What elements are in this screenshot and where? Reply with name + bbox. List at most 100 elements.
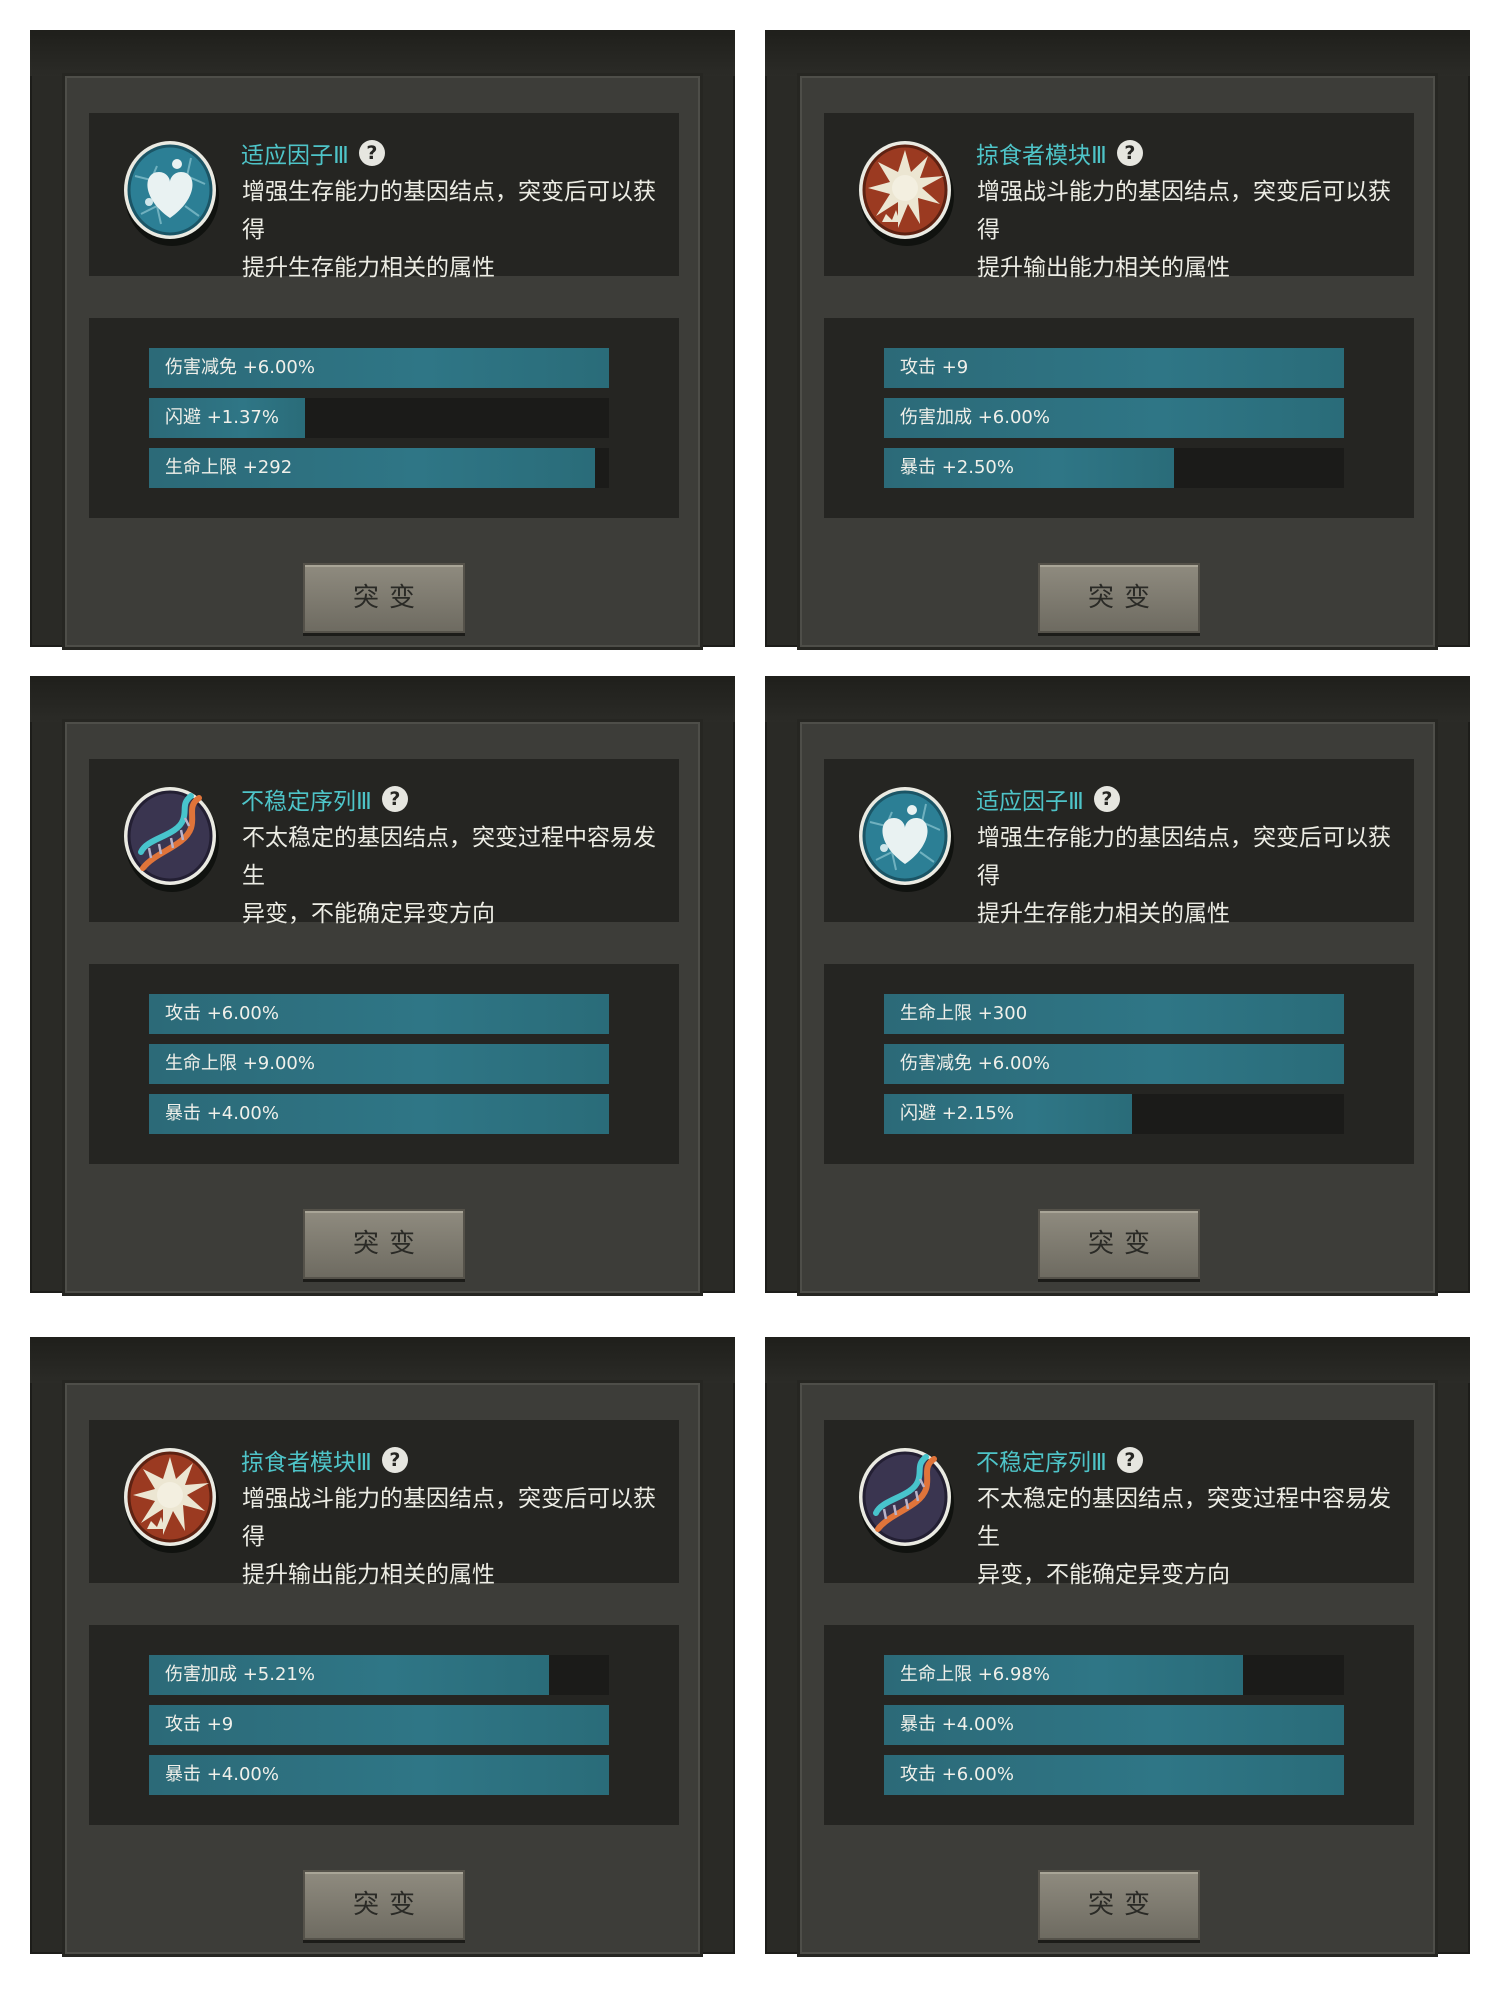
gene-node-title: 掠食者模块Ⅲ xyxy=(241,1450,372,1476)
description-line: 异变，不能确定异变方向 xyxy=(977,1562,1230,1588)
description-line: 不太稳定的基因结点，突变过程中容易发生 xyxy=(242,825,656,889)
attribute-label: 伤害加成 +6.00% xyxy=(900,407,1050,428)
gene-node-title: 不稳定序列Ⅲ xyxy=(976,1450,1107,1476)
gene-node-header: 不稳定序列Ⅲ ? 不太稳定的基因结点，突变过程中容易发生 异变，不能确定异变方向 xyxy=(89,759,679,927)
help-icon[interactable]: ? xyxy=(1116,140,1143,166)
panel-inner: 掠食者模块Ⅲ ? 增强战斗能力的基因结点，突变后可以获得 提升输出能力相关的属性… xyxy=(800,76,1435,647)
mutation-panel: 掠食者模块Ⅲ ? 增强战斗能力的基因结点，突变后可以获得 提升输出能力相关的属性… xyxy=(30,1337,735,1954)
description-line: 不太稳定的基因结点，突变过程中容易发生 xyxy=(977,1486,1391,1550)
gene-node-description: 增强战斗能力的基因结点，突变后可以获得 提升输出能力相关的属性 xyxy=(977,173,1407,287)
mutate-button[interactable]: 突变 xyxy=(1038,563,1200,633)
attribute-bar: 暴击 +4.00% xyxy=(149,1094,609,1134)
description-line: 增强战斗能力的基因结点，突变后可以获得 xyxy=(242,1486,656,1550)
attribute-bar: 伤害减免 +6.00% xyxy=(884,1044,1344,1084)
heart-cell-icon xyxy=(856,782,958,896)
gene-node-header: 掠食者模块Ⅲ ? 增强战斗能力的基因结点，突变后可以获得 提升输出能力相关的属性 xyxy=(89,1420,679,1588)
help-icon[interactable]: ? xyxy=(381,1447,408,1473)
help-icon[interactable]: ? xyxy=(1116,1447,1143,1473)
description-line: 提升生存能力相关的属性 xyxy=(242,255,495,281)
attribute-label: 生命上限 +300 xyxy=(900,1003,1028,1024)
mutation-panel: 掠食者模块Ⅲ ? 增强战斗能力的基因结点，突变后可以获得 提升输出能力相关的属性… xyxy=(765,30,1470,647)
attribute-bar: 生命上限 +9.00% xyxy=(149,1044,609,1084)
gene-node-title: 适应因子Ⅲ xyxy=(241,143,349,169)
attribute-bar: 闪避 +2.15% xyxy=(884,1094,1344,1134)
attribute-bar: 攻击 +6.00% xyxy=(149,994,609,1034)
panel-inner: 不稳定序列Ⅲ ? 不太稳定的基因结点，突变过程中容易发生 异变，不能确定异变方向… xyxy=(65,722,700,1293)
help-icon[interactable]: ? xyxy=(1093,786,1120,812)
gene-node-description: 不太稳定的基因结点，突变过程中容易发生 异变，不能确定异变方向 xyxy=(242,819,672,933)
attribute-bar: 伤害减免 +6.00% xyxy=(149,348,609,388)
gene-node-header: 不稳定序列Ⅲ ? 不太稳定的基因结点，突变过程中容易发生 异变，不能确定异变方向 xyxy=(824,1420,1414,1588)
mutation-panel: 适应因子Ⅲ ? 增强生存能力的基因结点，突变后可以获得 提升生存能力相关的属性 … xyxy=(765,676,1470,1293)
description-line: 提升输出能力相关的属性 xyxy=(977,255,1230,281)
mutate-button[interactable]: 突变 xyxy=(1038,1870,1200,1940)
gene-node-description: 不太稳定的基因结点，突变过程中容易发生 异变，不能确定异变方向 xyxy=(977,1480,1407,1594)
description-line: 提升输出能力相关的属性 xyxy=(242,1562,495,1588)
panel-inner: 掠食者模块Ⅲ ? 增强战斗能力的基因结点，突变后可以获得 提升输出能力相关的属性… xyxy=(65,1383,700,1954)
help-icon[interactable]: ? xyxy=(381,786,408,812)
mutate-button[interactable]: 突变 xyxy=(1038,1209,1200,1279)
mutation-panel: 适应因子Ⅲ ? 增强生存能力的基因结点，突变后可以获得 提升生存能力相关的属性 … xyxy=(30,30,735,647)
mutate-button[interactable]: 突变 xyxy=(303,1209,465,1279)
mutation-panel: 不稳定序列Ⅲ ? 不太稳定的基因结点，突变过程中容易发生 异变，不能确定异变方向… xyxy=(30,676,735,1293)
attribute-label: 暴击 +4.00% xyxy=(165,1103,279,1124)
panel-inner: 不稳定序列Ⅲ ? 不太稳定的基因结点，突变过程中容易发生 异变，不能确定异变方向… xyxy=(800,1383,1435,1954)
attribute-list: 攻击 +6.00% 生命上限 +9.00% 暴击 +4.00% xyxy=(89,964,679,1164)
attribute-bar: 攻击 +9 xyxy=(884,348,1344,388)
description-line: 异变，不能确定异变方向 xyxy=(242,901,495,927)
attribute-label: 伤害减免 +6.00% xyxy=(900,1053,1050,1074)
gene-node-description: 增强生存能力的基因结点，突变后可以获得 提升生存能力相关的属性 xyxy=(977,819,1407,933)
gene-node-title: 掠食者模块Ⅲ xyxy=(976,143,1107,169)
attribute-bar: 生命上限 +292 xyxy=(149,448,609,488)
gene-node-title: 不稳定序列Ⅲ xyxy=(241,789,372,815)
attribute-label: 暴击 +4.00% xyxy=(900,1714,1014,1735)
dna-helix-icon xyxy=(856,1443,958,1557)
panel-inner: 适应因子Ⅲ ? 增强生存能力的基因结点，突变后可以获得 提升生存能力相关的属性 … xyxy=(800,722,1435,1293)
attribute-label: 攻击 +6.00% xyxy=(165,1003,279,1024)
heart-cell-icon xyxy=(121,136,223,250)
mutate-button[interactable]: 突变 xyxy=(303,1870,465,1940)
predator-burst-icon xyxy=(121,1443,223,1557)
attribute-bar: 攻击 +6.00% xyxy=(884,1755,1344,1795)
attribute-label: 暴击 +2.50% xyxy=(900,457,1014,478)
attribute-bar: 伤害加成 +6.00% xyxy=(884,398,1344,438)
help-icon[interactable]: ? xyxy=(358,140,385,166)
attribute-bar: 暴击 +2.50% xyxy=(884,448,1344,488)
attribute-label: 生命上限 +292 xyxy=(165,457,293,478)
gene-node-header: 适应因子Ⅲ ? 增强生存能力的基因结点，突变后可以获得 提升生存能力相关的属性 xyxy=(89,113,679,281)
description-line: 增强战斗能力的基因结点，突变后可以获得 xyxy=(977,179,1391,243)
attribute-bar: 暴击 +4.00% xyxy=(149,1755,609,1795)
attribute-bar: 攻击 +9 xyxy=(149,1705,609,1745)
attribute-list: 生命上限 +300 伤害减免 +6.00% 闪避 +2.15% xyxy=(824,964,1414,1164)
attribute-list: 伤害加成 +5.21% 攻击 +9 暴击 +4.00% xyxy=(89,1625,679,1825)
attribute-label: 闪避 +1.37% xyxy=(165,407,279,428)
attribute-bar: 暴击 +4.00% xyxy=(884,1705,1344,1745)
gene-node-description: 增强战斗能力的基因结点，突变后可以获得 提升输出能力相关的属性 xyxy=(242,1480,672,1594)
panel-inner: 适应因子Ⅲ ? 增强生存能力的基因结点，突变后可以获得 提升生存能力相关的属性 … xyxy=(65,76,700,647)
predator-burst-icon xyxy=(856,136,958,250)
attribute-bar: 伤害加成 +5.21% xyxy=(149,1655,609,1695)
attribute-label: 攻击 +9 xyxy=(900,357,969,378)
attribute-label: 伤害加成 +5.21% xyxy=(165,1664,315,1685)
gene-node-description: 增强生存能力的基因结点，突变后可以获得 提升生存能力相关的属性 xyxy=(242,173,672,287)
description-line: 增强生存能力的基因结点，突变后可以获得 xyxy=(977,825,1391,889)
attribute-bar: 闪避 +1.37% xyxy=(149,398,609,438)
attribute-label: 生命上限 +6.98% xyxy=(900,1664,1050,1685)
attribute-label: 闪避 +2.15% xyxy=(900,1103,1014,1124)
attribute-list: 生命上限 +6.98% 暴击 +4.00% 攻击 +6.00% xyxy=(824,1625,1414,1825)
attribute-label: 攻击 +9 xyxy=(165,1714,234,1735)
mutation-panel: 不稳定序列Ⅲ ? 不太稳定的基因结点，突变过程中容易发生 异变，不能确定异变方向… xyxy=(765,1337,1470,1954)
attribute-list: 伤害减免 +6.00% 闪避 +1.37% 生命上限 +292 xyxy=(89,318,679,518)
attribute-label: 生命上限 +9.00% xyxy=(165,1053,315,1074)
gene-node-header: 适应因子Ⅲ ? 增强生存能力的基因结点，突变后可以获得 提升生存能力相关的属性 xyxy=(824,759,1414,927)
attribute-bar: 生命上限 +300 xyxy=(884,994,1344,1034)
attribute-bar: 生命上限 +6.98% xyxy=(884,1655,1344,1695)
attribute-label: 伤害减免 +6.00% xyxy=(165,357,315,378)
gene-node-header: 掠食者模块Ⅲ ? 增强战斗能力的基因结点，突变后可以获得 提升输出能力相关的属性 xyxy=(824,113,1414,281)
description-line: 增强生存能力的基因结点，突变后可以获得 xyxy=(242,179,656,243)
mutate-button[interactable]: 突变 xyxy=(303,563,465,633)
attribute-list: 攻击 +9 伤害加成 +6.00% 暴击 +2.50% xyxy=(824,318,1414,518)
attribute-label: 攻击 +6.00% xyxy=(900,1764,1014,1785)
description-line: 提升生存能力相关的属性 xyxy=(977,901,1230,927)
dna-helix-icon xyxy=(121,782,223,896)
